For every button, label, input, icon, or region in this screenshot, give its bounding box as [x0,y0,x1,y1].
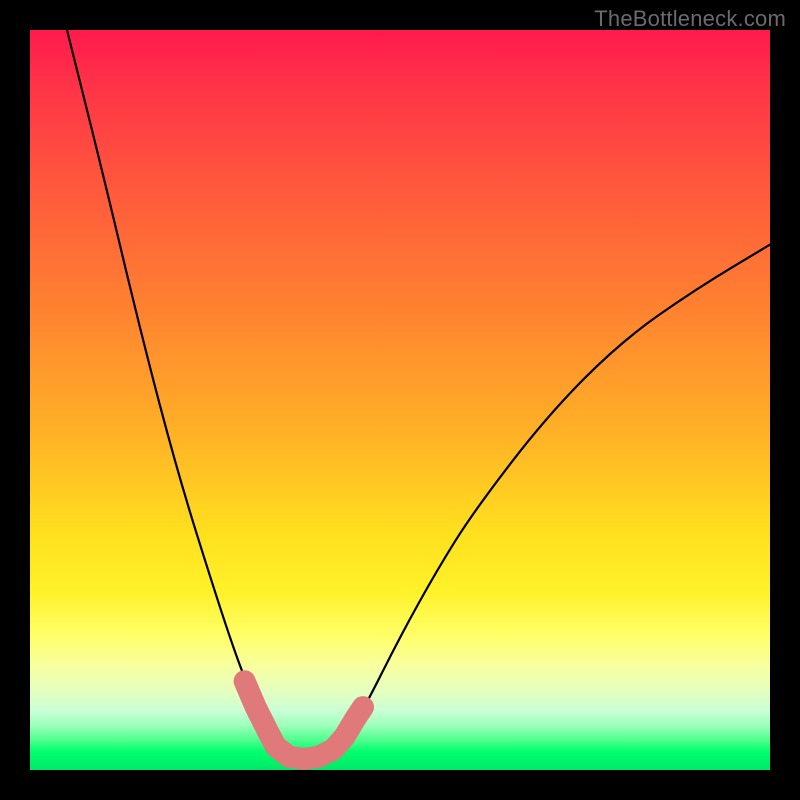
marker-dot [234,670,256,692]
plot-area [30,30,770,770]
bottleneck-curve [67,30,770,758]
marker-dot [352,696,374,718]
marker-dot [256,718,278,740]
watermark-text: TheBottleneck.com [594,6,786,32]
curve-markers [234,670,374,748]
marker-dot [245,696,267,718]
marker-dot [334,726,356,748]
curve-layer [30,30,770,770]
chart-frame: TheBottleneck.com [0,0,800,800]
